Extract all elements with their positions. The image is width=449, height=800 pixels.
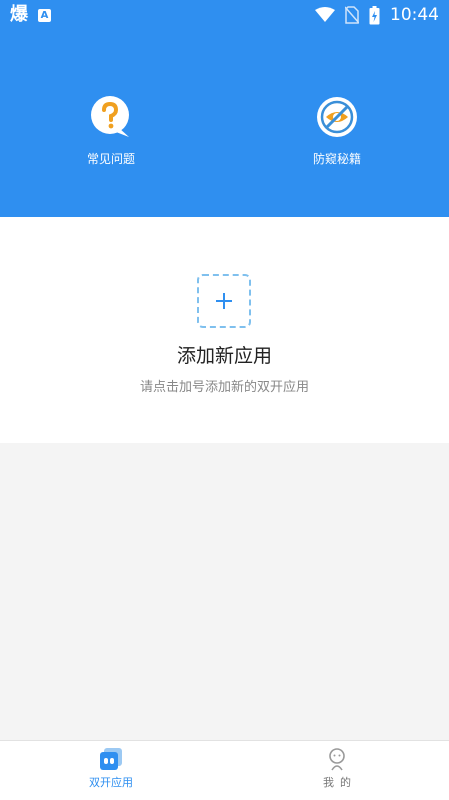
tab-mine[interactable]: 我的 bbox=[277, 741, 397, 800]
empty-state: 添加新应用 请点击加号添加新的双开应用 bbox=[0, 217, 449, 443]
privacy-tips-button[interactable]: 防窥秘籍 bbox=[282, 95, 392, 167]
empty-state-title: 添加新应用 bbox=[176, 345, 272, 367]
bottom-tab-bar: 双开应用 我的 bbox=[0, 740, 449, 800]
faq-label: 常见问题 bbox=[86, 152, 135, 166]
empty-state-subtitle: 请点击加号添加新的双开应用 bbox=[139, 380, 309, 395]
battery-charging-icon bbox=[369, 5, 380, 24]
eye-slash-icon bbox=[317, 97, 357, 137]
app-notification-icon: 爆 bbox=[10, 4, 28, 25]
privacy-tips-label: 防窥秘籍 bbox=[312, 152, 361, 166]
add-app-button[interactable] bbox=[197, 274, 251, 328]
no-sim-icon bbox=[345, 6, 359, 24]
user-icon bbox=[329, 748, 345, 771]
app-list-area bbox=[0, 443, 449, 740]
question-bubble-icon bbox=[91, 96, 129, 137]
dual-app-icon bbox=[100, 748, 122, 770]
header-banner: 爆 A 10:44 常见问题 防窥秘籍 bbox=[0, 0, 449, 217]
faq-button[interactable]: 常见问题 bbox=[56, 95, 166, 167]
clock: 10:44 bbox=[390, 5, 439, 25]
tab-dual-apps-label: 双开应用 bbox=[89, 776, 133, 789]
status-bar: 爆 A 10:44 bbox=[0, 0, 449, 30]
tab-dual-apps[interactable]: 双开应用 bbox=[51, 741, 171, 800]
wifi-icon bbox=[315, 7, 335, 22]
keyboard-notification-icon: A bbox=[38, 8, 51, 22]
tab-mine-label: 我的 bbox=[323, 776, 357, 789]
